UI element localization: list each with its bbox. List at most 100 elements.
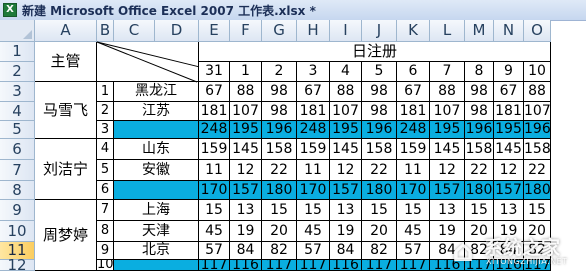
value-cell[interactable]: 20 bbox=[362, 221, 397, 242]
value-cell[interactable]: 11 bbox=[199, 160, 230, 181]
value-cell[interactable]: 45 bbox=[199, 221, 230, 242]
value-cell[interactable]: 15 bbox=[362, 200, 397, 221]
row-header-3[interactable]: 3 bbox=[0, 82, 35, 102]
value-cell[interactable]: 22 bbox=[262, 160, 297, 181]
region-cell-empty[interactable] bbox=[114, 181, 199, 200]
value-cell[interactable]: 20 bbox=[465, 221, 494, 242]
row-header-4[interactable]: 4 bbox=[0, 102, 35, 121]
day-header-cell[interactable]: 1 bbox=[230, 62, 262, 82]
row-header-1[interactable]: 1 bbox=[0, 42, 35, 62]
region-cell[interactable]: 北京 bbox=[114, 242, 199, 260]
value-cell[interactable]: 159 bbox=[397, 139, 430, 160]
column-header-m[interactable]: M bbox=[465, 20, 494, 42]
header-cell-diagonal[interactable] bbox=[97, 42, 199, 82]
value-cell[interactable]: 181 bbox=[397, 102, 430, 121]
value-cell[interactable]: 12 bbox=[494, 160, 524, 181]
value-cell[interactable]: 15 bbox=[297, 200, 330, 221]
row-number-cell[interactable]: 9 bbox=[97, 242, 114, 260]
day-header-cell[interactable]: 3 bbox=[297, 62, 330, 82]
value-cell[interactable]: 11 bbox=[297, 160, 330, 181]
subtotal-value-cell[interactable]: 170 bbox=[199, 181, 230, 200]
subtotal-value-cell[interactable]: 117 bbox=[397, 260, 430, 271]
row-number-cell[interactable]: 6 bbox=[97, 181, 114, 200]
subtotal-value-cell[interactable]: 196 bbox=[524, 121, 551, 139]
value-cell[interactable]: 15 bbox=[262, 200, 297, 221]
column-header-o[interactable]: O bbox=[524, 20, 551, 42]
subtotal-value-cell[interactable]: 157 bbox=[430, 181, 465, 200]
subtotal-value-cell[interactable]: 180 bbox=[465, 181, 494, 200]
row-number-cell[interactable]: 2 bbox=[97, 102, 114, 121]
value-cell[interactable]: 15 bbox=[524, 200, 551, 221]
day-header-cell[interactable]: 9 bbox=[494, 62, 524, 82]
value-cell[interactable]: 181 bbox=[297, 102, 330, 121]
value-cell[interactable]: 67 bbox=[199, 82, 230, 102]
region-cell[interactable]: 安徽 bbox=[114, 160, 199, 181]
day-header-cell[interactable]: 31 bbox=[199, 62, 230, 82]
column-header-l[interactable]: L bbox=[430, 20, 465, 42]
value-cell[interactable]: 19 bbox=[494, 221, 524, 242]
value-cell[interactable]: 11 bbox=[397, 160, 430, 181]
subtotal-value-cell[interactable]: 248 bbox=[397, 121, 430, 139]
value-cell[interactable]: 57 bbox=[397, 242, 430, 260]
value-cell[interactable]: 13 bbox=[330, 200, 362, 221]
value-cell[interactable]: 13 bbox=[430, 200, 465, 221]
row-number-cell[interactable]: 5 bbox=[97, 160, 114, 181]
value-cell[interactable]: 22 bbox=[524, 160, 551, 181]
value-cell[interactable]: 145 bbox=[330, 139, 362, 160]
subtotal-value-cell[interactable]: 116 bbox=[230, 260, 262, 271]
subtotal-value-cell[interactable]: 195 bbox=[330, 121, 362, 139]
row-number-cell[interactable]: 4 bbox=[97, 139, 114, 160]
header-cell-register-dates[interactable]: 日注册 bbox=[199, 42, 551, 62]
value-cell[interactable]: 158 bbox=[262, 139, 297, 160]
value-cell[interactable]: 88 bbox=[430, 82, 465, 102]
value-cell[interactable]: 107 bbox=[230, 102, 262, 121]
column-header-k[interactable]: K bbox=[397, 20, 430, 42]
value-cell[interactable]: 22 bbox=[465, 160, 494, 181]
value-cell[interactable]: 13 bbox=[494, 200, 524, 221]
value-cell[interactable]: 159 bbox=[297, 139, 330, 160]
value-cell[interactable]: 158 bbox=[524, 139, 551, 160]
subtotal-value-cell[interactable]: 180 bbox=[362, 181, 397, 200]
excel-app-icon[interactable]: X bbox=[3, 3, 17, 17]
subtotal-value-cell[interactable]: 170 bbox=[297, 181, 330, 200]
column-header-c[interactable]: C bbox=[114, 20, 155, 42]
region-cell-empty[interactable] bbox=[114, 260, 199, 271]
value-cell[interactable]: 181 bbox=[494, 102, 524, 121]
value-cell[interactable]: 57 bbox=[297, 242, 330, 260]
value-cell[interactable]: 20 bbox=[262, 221, 297, 242]
subtotal-value-cell[interactable]: 248 bbox=[199, 121, 230, 139]
value-cell[interactable]: 98 bbox=[362, 102, 397, 121]
subtotal-value-cell[interactable]: 117 bbox=[262, 260, 297, 271]
subtotal-value-cell[interactable]: 117 bbox=[297, 260, 330, 271]
value-cell[interactable]: 98 bbox=[262, 102, 297, 121]
subtotal-value-cell[interactable]: 116 bbox=[430, 260, 465, 271]
row-header-9[interactable]: 9 bbox=[0, 200, 35, 221]
value-cell[interactable]: 159 bbox=[199, 139, 230, 160]
value-cell[interactable]: 88 bbox=[524, 82, 551, 102]
row-header-12[interactable]: 12 bbox=[0, 258, 35, 271]
column-header-b[interactable]: B bbox=[97, 20, 114, 42]
value-cell[interactable]: 45 bbox=[397, 221, 430, 242]
subtotal-value-cell[interactable]: 196 bbox=[262, 121, 297, 139]
value-cell[interactable]: 181 bbox=[199, 102, 230, 121]
subtotal-value-cell[interactable]: 170 bbox=[397, 181, 430, 200]
subtotal-value-cell[interactable]: 248 bbox=[297, 121, 330, 139]
value-cell[interactable]: 84 bbox=[430, 242, 465, 260]
subtotal-value-cell[interactable]: 117 bbox=[465, 260, 494, 271]
value-cell[interactable]: 98 bbox=[362, 82, 397, 102]
value-cell[interactable]: 19 bbox=[230, 221, 262, 242]
day-header-cell[interactable]: 10 bbox=[524, 62, 551, 82]
value-cell[interactable]: 15 bbox=[465, 200, 494, 221]
subtotal-value-cell[interactable]: 117 bbox=[362, 260, 397, 271]
value-cell[interactable]: 20 bbox=[524, 221, 551, 242]
row-number-cell[interactable]: 7 bbox=[97, 200, 114, 221]
row-header-7[interactable]: 7 bbox=[0, 160, 35, 181]
value-cell[interactable]: 82 bbox=[362, 242, 397, 260]
column-header-e[interactable]: E bbox=[199, 20, 230, 42]
subtotal-value-cell[interactable]: 195 bbox=[494, 121, 524, 139]
value-cell[interactable]: 107 bbox=[330, 102, 362, 121]
column-header-i[interactable]: I bbox=[330, 20, 362, 42]
value-cell[interactable]: 98 bbox=[465, 102, 494, 121]
region-cell-empty[interactable] bbox=[114, 121, 199, 139]
select-all-corner[interactable] bbox=[0, 20, 35, 42]
